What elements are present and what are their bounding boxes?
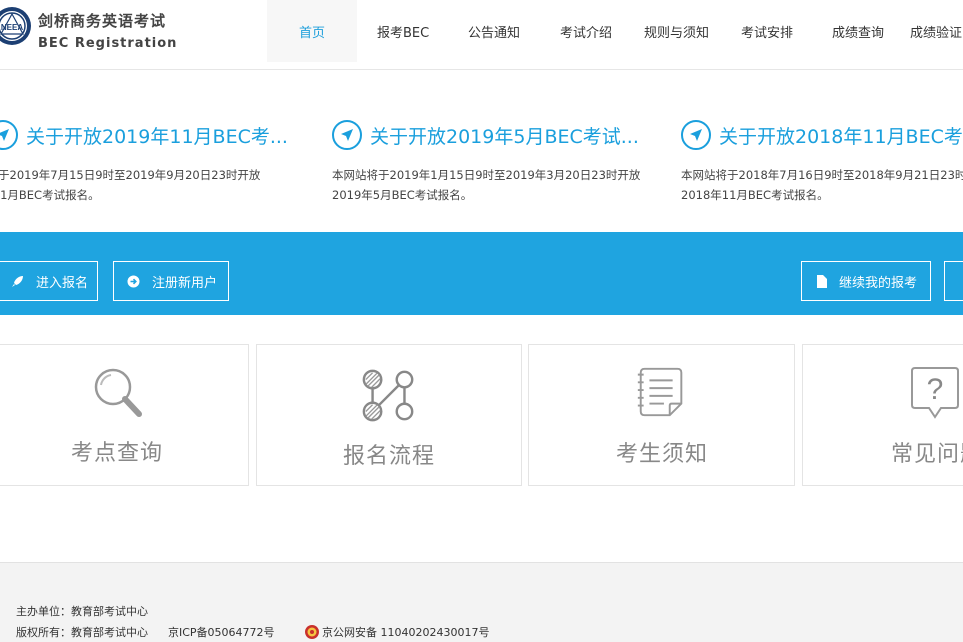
site-title-cn: 剑桥商务英语考试 bbox=[38, 12, 167, 30]
footer-copyright: 版权所有：教育部考试中心 京ICP备05064772号 京公网安备 1104020… bbox=[16, 624, 496, 640]
news-title-link[interactable]: 关于开放2018年11月BEC考试 bbox=[681, 118, 963, 152]
police-badge-icon bbox=[304, 624, 320, 640]
site-header: NEEA 剑桥商务英语考试 BEC Registration 首页 报考BEC … bbox=[0, 0, 963, 70]
svg-text:?: ? bbox=[927, 373, 944, 406]
rocket-icon bbox=[11, 275, 24, 288]
exam-center-query-card[interactable]: 考点查询 bbox=[0, 344, 249, 486]
news-title-link[interactable]: 关于开放2019年5月BEC考试... bbox=[332, 118, 662, 152]
news-item: 关于开放2018年11月BEC考试 本网站将于2018年7月16日9时至2018… bbox=[681, 118, 963, 205]
logo-seal-text: NEEA bbox=[1, 23, 23, 32]
footer-sponsor-value: 教育部考试中心 bbox=[71, 605, 148, 618]
candidate-notice-card[interactable]: 考生须知 bbox=[528, 344, 795, 486]
site-title[interactable]: 剑桥商务英语考试 BEC Registration bbox=[38, 11, 177, 54]
nav-announcements[interactable]: 公告通知 bbox=[468, 0, 520, 62]
news-item: 关于开放2019年5月BEC考试... 本网站将于2019年1月15日9时至20… bbox=[332, 118, 662, 205]
news-desc-line1: 本网站将于2019年7月15日9时至2019年9月20日23时开放 bbox=[0, 168, 261, 182]
nav-score-query-label: 成绩查询 bbox=[832, 25, 885, 41]
nav-apply-bec-label: 报考BEC bbox=[377, 25, 430, 41]
register-new-user-button[interactable]: 注册新用户 bbox=[113, 261, 229, 301]
nav-score-query[interactable]: 成绩查询 bbox=[832, 0, 884, 62]
news-description: 本网站将于2019年1月15日9时至2019年3月20日23时开放 2019年5… bbox=[332, 165, 662, 205]
nav-score-verify-label: 成绩验证 bbox=[910, 25, 963, 41]
action-band: 进入报名 注册新用户 继续我的报考 bbox=[0, 232, 963, 315]
faq-label: 常见问题 bbox=[891, 442, 963, 467]
news-desc-line2: 2019年11月BEC考试报名。 bbox=[0, 188, 100, 202]
news-desc-line1: 本网站将于2018年7月16日9时至2018年9月21日23时开放 bbox=[681, 168, 963, 182]
site-footer: 主办单位：教育部考试中心 版权所有：教育部考试中心 京ICP备05064772号 … bbox=[0, 562, 963, 642]
nav-home-label: 首页 bbox=[298, 25, 325, 41]
news-title: 关于开放2019年5月BEC考试... bbox=[370, 125, 639, 148]
continue-my-application-button[interactable]: 继续我的报考 bbox=[801, 261, 931, 301]
nav-exam-intro-label: 考试介绍 bbox=[560, 25, 613, 41]
magnifier-icon bbox=[94, 368, 142, 417]
footer-copyright-label: 版权所有： bbox=[16, 626, 71, 639]
band-extra-button[interactable] bbox=[944, 261, 963, 301]
nav-exam-schedule[interactable]: 考试安排 bbox=[741, 0, 793, 62]
registration-process-card[interactable]: 报名流程 bbox=[256, 344, 522, 486]
news-title-link[interactable]: 关于开放2019年11月BEC考... bbox=[0, 118, 318, 152]
footer-icp-link[interactable]: 京ICP备05064772号 bbox=[168, 626, 275, 639]
news-item: 关于开放2019年11月BEC考... 本网站将于2019年7月15日9时至20… bbox=[0, 118, 318, 205]
nav-score-verify[interactable]: 成绩验证 bbox=[910, 0, 962, 62]
registration-process-label: 报名流程 bbox=[343, 444, 436, 469]
nav-exam-schedule-label: 考试安排 bbox=[741, 25, 794, 41]
faq-card[interactable]: ? 常见问题 bbox=[802, 344, 963, 486]
notes-icon bbox=[637, 367, 683, 417]
nee-seal-logo[interactable]: NEEA bbox=[0, 6, 32, 46]
site-title-en: BEC Registration bbox=[38, 36, 178, 51]
footer-copyright-value: 教育部考试中心 bbox=[71, 626, 148, 639]
send-arrow-icon bbox=[0, 120, 18, 150]
enter-registration-button[interactable]: 进入报名 bbox=[0, 261, 98, 301]
flow-icon bbox=[362, 369, 414, 422]
news-desc-line2: 2019年5月BEC考试报名。 bbox=[332, 188, 473, 202]
footer-sponsor-label: 主办单位： bbox=[16, 605, 71, 618]
nav-home[interactable]: 首页 bbox=[267, 0, 357, 62]
news-desc-line2: 2018年11月BEC考试报名。 bbox=[681, 188, 829, 202]
send-arrow-icon bbox=[332, 120, 362, 150]
nav-exam-intro[interactable]: 考试介绍 bbox=[560, 0, 612, 62]
news-title: 关于开放2019年11月BEC考... bbox=[26, 125, 288, 148]
enter-registration-label: 进入报名 bbox=[36, 275, 89, 291]
nav-rules-label: 规则与须知 bbox=[644, 25, 710, 41]
footer-police-record-link[interactable]: 京公网安备 11040202430017号 bbox=[322, 626, 489, 639]
document-icon bbox=[816, 274, 827, 288]
nav-apply-bec[interactable]: 报考BEC bbox=[377, 0, 429, 62]
nav-rules[interactable]: 规则与须知 bbox=[644, 0, 709, 62]
news-description: 本网站将于2018年7月16日9时至2018年9月21日23时开放 2018年1… bbox=[681, 165, 963, 205]
news-title: 关于开放2018年11月BEC考试 bbox=[719, 125, 963, 148]
news-desc-line1: 本网站将于2019年1月15日9时至2019年3月20日23时开放 bbox=[332, 168, 641, 182]
circle-arrow-icon bbox=[127, 275, 140, 288]
continue-my-application-label: 继续我的报考 bbox=[839, 275, 918, 291]
register-new-user-label: 注册新用户 bbox=[152, 275, 218, 291]
nav-announcements-label: 公告通知 bbox=[468, 25, 521, 41]
candidate-notice-label: 考生须知 bbox=[616, 442, 709, 467]
news-description: 本网站将于2019年7月15日9时至2019年9月20日23时开放 2019年1… bbox=[0, 165, 318, 205]
exam-center-query-label: 考点查询 bbox=[71, 441, 164, 466]
send-arrow-icon bbox=[681, 120, 711, 150]
footer-sponsor: 主办单位：教育部考试中心 bbox=[16, 603, 154, 619]
question-icon: ? bbox=[911, 367, 959, 419]
